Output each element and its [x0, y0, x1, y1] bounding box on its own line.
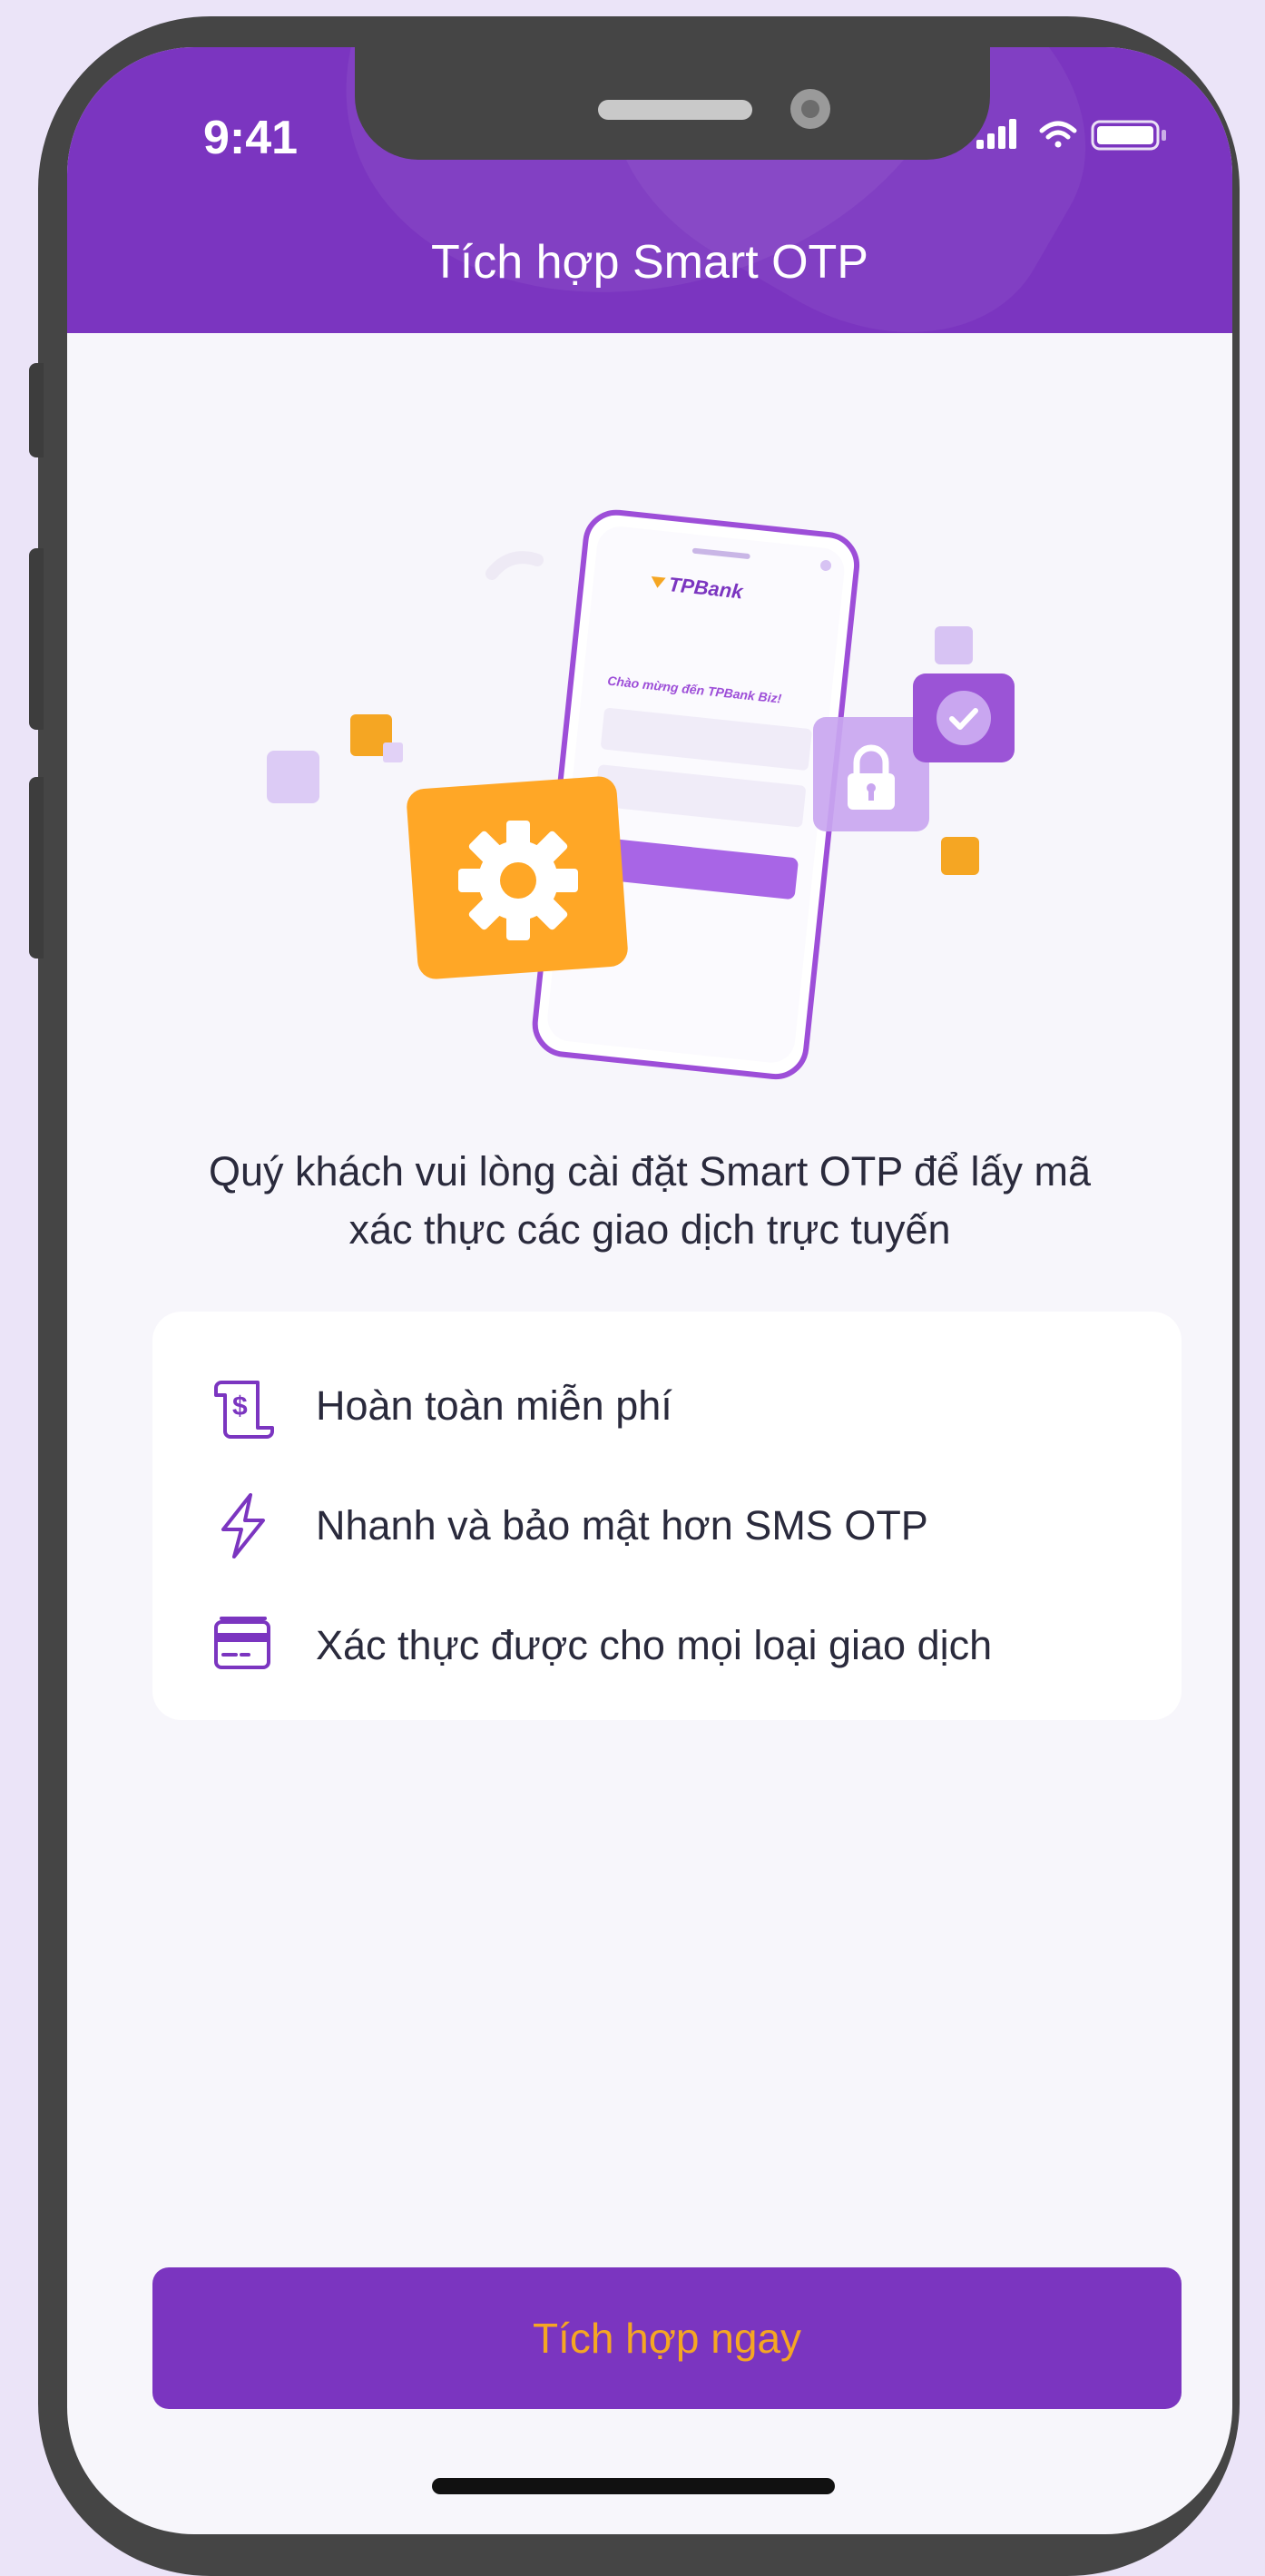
lock-icon	[813, 717, 929, 831]
gear-icon	[407, 776, 628, 979]
feature-label: Hoàn toàn miễn phí	[316, 1382, 672, 1429]
status-time: 9:41	[203, 112, 299, 164]
card-icon	[207, 1609, 279, 1682]
status-icons	[976, 119, 1166, 151]
instruction-message: Quý khách vui lòng cài đặt Smart OTP để …	[208, 1148, 1092, 1253]
wifi-icon	[1039, 121, 1077, 148]
page-title: Tích hợp Smart OTP	[431, 236, 868, 289]
volume-down-button	[29, 777, 44, 959]
home-indicator[interactable]	[432, 2478, 835, 2494]
speaker-grille	[598, 100, 752, 120]
feature-label: Nhanh và bảo mật hơn SMS OTP	[316, 1502, 928, 1549]
front-camera	[790, 89, 830, 129]
features-card: $ Hoàn toàn miễn phí Nhanh và bảo mật hơ…	[152, 1312, 1182, 1720]
feature-item-all-transactions: Xác thực được cho mọi loại giao dịch	[207, 1609, 1151, 1682]
mute-switch	[29, 363, 44, 457]
device-notch	[355, 47, 990, 160]
signal-icon	[976, 119, 1016, 149]
feature-item-fast: Nhanh và bảo mật hơn SMS OTP	[207, 1490, 1151, 1562]
app-screen: Tích hợp Smart OTP 9:41 TPBank Chào mừng…	[67, 47, 1232, 2534]
receipt-dollar-icon: $	[207, 1370, 279, 1442]
smart-otp-illustration: TPBank Chào mừng đến TPBank Biz!	[267, 509, 1015, 1080]
feature-item-free: $ Hoàn toàn miễn phí	[207, 1370, 1151, 1442]
feature-label: Xác thực được cho mọi loại giao dịch	[316, 1622, 993, 1668]
integrate-now-button[interactable]: Tích hợp ngay	[152, 2267, 1182, 2409]
check-badge-icon	[913, 673, 1015, 762]
volume-up-button	[29, 548, 44, 730]
svg-text:$: $	[232, 1391, 248, 1421]
lightning-icon	[207, 1490, 279, 1562]
battery-icon	[1091, 120, 1166, 151]
